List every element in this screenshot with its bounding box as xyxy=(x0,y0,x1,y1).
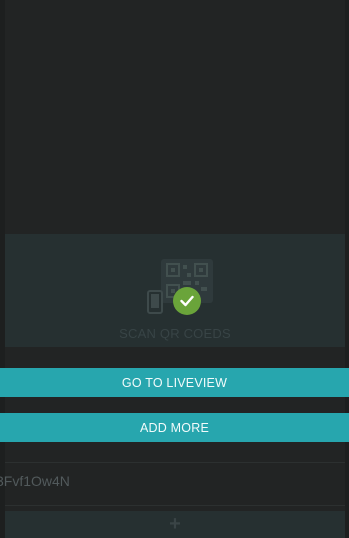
scan-qr-label: SCAN QR COEDS xyxy=(119,326,231,341)
right-edge xyxy=(345,0,349,538)
divider xyxy=(5,505,345,506)
check-icon xyxy=(173,287,201,315)
device-id-value: 3Fvf1Ow4N xyxy=(0,473,70,489)
scan-qr-panel[interactable]: SCAN QR COEDS xyxy=(5,234,345,347)
go-to-liveview-button[interactable]: GO TO LIVEVIEW xyxy=(0,368,349,397)
plus-icon: + xyxy=(169,513,181,535)
phone-icon xyxy=(147,290,163,314)
divider xyxy=(5,462,345,463)
add-device-bar[interactable]: + xyxy=(5,511,345,538)
add-more-button[interactable]: ADD MORE xyxy=(0,413,349,442)
